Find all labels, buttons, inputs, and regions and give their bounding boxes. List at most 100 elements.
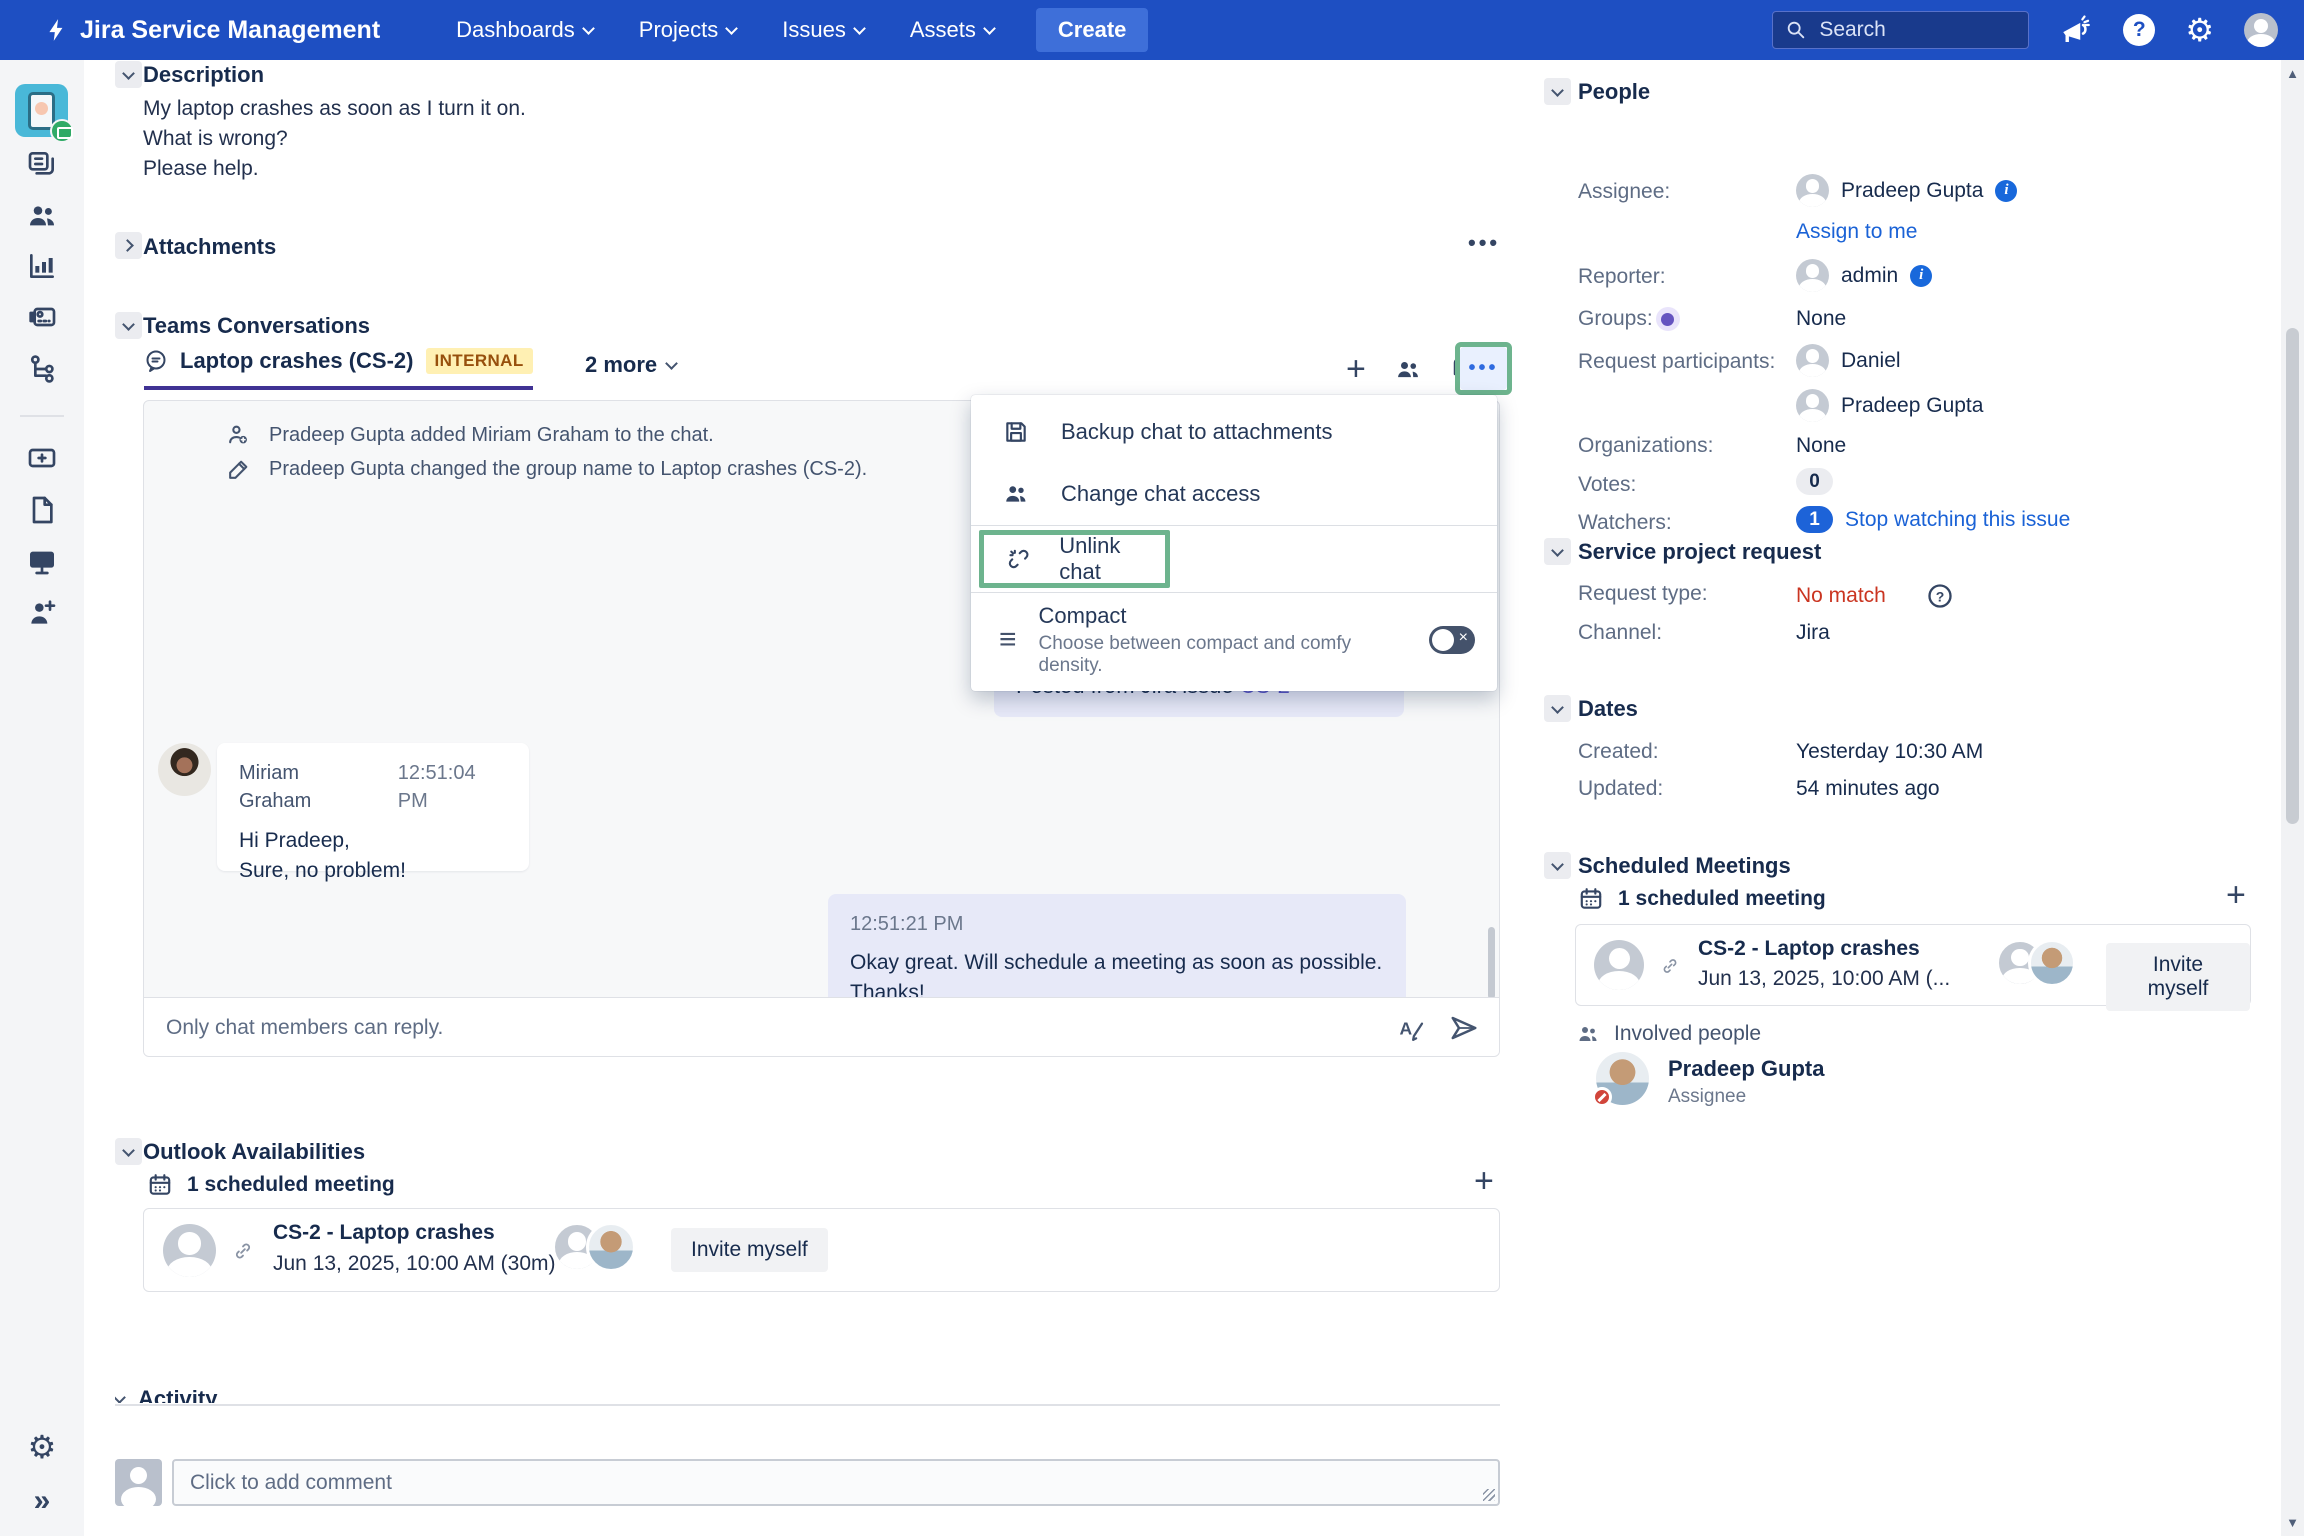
assign-to-me-link[interactable]: Assign to me bbox=[1796, 220, 1917, 244]
density-icon: ≡ bbox=[999, 625, 1017, 655]
info-icon[interactable]: i bbox=[1995, 180, 2017, 202]
watchers-count-pill: 1 bbox=[1796, 506, 1833, 533]
request-type-value: No match ? bbox=[1796, 582, 1954, 610]
people-icon bbox=[1003, 481, 1029, 507]
add-meeting-icon[interactable]: + bbox=[1474, 1164, 1494, 1198]
compact-toggle[interactable]: × bbox=[1429, 626, 1475, 654]
stop-watching-link[interactable]: Stop watching this issue bbox=[1845, 508, 2070, 532]
svg-text:A: A bbox=[1400, 1018, 1413, 1038]
description-collapse-button[interactable] bbox=[115, 61, 142, 88]
comment-user-avatar bbox=[115, 1459, 162, 1506]
reporter-value[interactable]: admin i bbox=[1796, 259, 1932, 292]
involved-people-header: Involved people bbox=[1576, 1022, 1761, 1046]
card-add-icon[interactable] bbox=[26, 442, 58, 474]
views-tree-icon[interactable] bbox=[26, 353, 58, 385]
chat-scrollbar[interactable] bbox=[1488, 927, 1495, 997]
meeting-datetime: Jun 13, 2025, 10:00 AM (30m) bbox=[273, 1252, 556, 1276]
customers-icon[interactable] bbox=[26, 200, 58, 232]
menu-item-backup-chat[interactable]: Backup chat to attachments bbox=[971, 401, 1497, 463]
outlook-meeting-card[interactable]: CS-2 - Laptop crashes Jun 13, 2025, 10:0… bbox=[143, 1208, 1500, 1292]
search-box[interactable] bbox=[1772, 11, 2029, 49]
meetings-collapse-button[interactable] bbox=[1544, 852, 1571, 879]
dates-collapse-button[interactable] bbox=[1544, 695, 1571, 722]
comment-input[interactable] bbox=[188, 1470, 1484, 1496]
invite-teammate-icon[interactable] bbox=[26, 597, 58, 629]
add-meeting-icon[interactable]: + bbox=[2226, 878, 2246, 912]
nav-dashboards[interactable]: Dashboards bbox=[456, 17, 593, 43]
meeting-avatar bbox=[163, 1224, 216, 1277]
expand-sidebar-icon[interactable]: » bbox=[0, 1484, 84, 1518]
invite-myself-button[interactable]: Invite myself bbox=[2106, 943, 2250, 1011]
settings-gear-icon[interactable]: ⚙ bbox=[2185, 14, 2214, 46]
project-avatar[interactable] bbox=[15, 84, 68, 137]
nav-issues[interactable]: Issues bbox=[782, 17, 864, 43]
participant-row[interactable]: Pradeep Gupta bbox=[1796, 389, 1983, 422]
nav-projects[interactable]: Projects bbox=[639, 17, 736, 43]
message-time: 12:51:21 PM bbox=[850, 910, 1384, 938]
issue-main: Description My laptop crashes as soon as… bbox=[84, 60, 1540, 1536]
attachments-expand-button[interactable] bbox=[115, 232, 142, 259]
user-avatar[interactable] bbox=[2244, 13, 2278, 47]
service-collapse-button[interactable] bbox=[1544, 538, 1571, 565]
sidebar-divider bbox=[20, 415, 64, 417]
create-button[interactable]: Create bbox=[1036, 8, 1148, 52]
groups-badge-icon[interactable] bbox=[1656, 307, 1680, 331]
portal-monitor-icon[interactable] bbox=[26, 545, 58, 577]
help-icon[interactable]: ? bbox=[2123, 14, 2155, 46]
svg-text:?: ? bbox=[1936, 588, 1945, 604]
info-icon[interactable]: i bbox=[1910, 265, 1932, 287]
outlook-collapse-button[interactable] bbox=[115, 1138, 142, 1165]
search-input[interactable] bbox=[1817, 17, 1997, 43]
more-chats-dropdown[interactable]: 2 more bbox=[585, 352, 676, 378]
new-chat-icon[interactable]: + bbox=[1346, 352, 1366, 386]
message-time: 12:51:04 PM bbox=[398, 759, 507, 816]
channels-icon[interactable] bbox=[26, 301, 58, 333]
invite-myself-button[interactable]: Invite myself bbox=[671, 1228, 828, 1272]
assignee-value[interactable]: Pradeep Gupta i bbox=[1796, 174, 2017, 207]
project-settings-gear-icon[interactable]: ⚙ bbox=[0, 1428, 84, 1466]
groups-value: None bbox=[1796, 307, 1846, 331]
compact-label: Compact bbox=[1039, 603, 1407, 629]
link-icon bbox=[232, 1240, 254, 1262]
involved-avatar-wrap bbox=[1596, 1052, 1649, 1105]
chat-system-message: Pradeep Gupta changed the group name to … bbox=[226, 457, 867, 482]
document-icon[interactable] bbox=[26, 494, 58, 526]
send-icon[interactable] bbox=[1449, 1013, 1479, 1043]
bolt-icon bbox=[44, 15, 70, 45]
menu-item-change-access[interactable]: Change chat access bbox=[971, 463, 1497, 525]
menu-divider bbox=[971, 525, 1497, 526]
scroll-down-icon[interactable]: ▼ bbox=[2281, 1515, 2304, 1530]
participant-avatar bbox=[1796, 389, 1829, 422]
pencil-icon bbox=[226, 457, 251, 482]
description-line: Please help. bbox=[143, 157, 259, 181]
attachments-more-icon[interactable]: ••• bbox=[1468, 230, 1500, 256]
menu-item-unlink-chat[interactable]: Unlink chat bbox=[984, 535, 1165, 583]
comment-field[interactable] bbox=[172, 1459, 1500, 1506]
scroll-up-icon[interactable]: ▲ bbox=[2281, 66, 2304, 81]
chat-tab-active[interactable]: Laptop crashes (CS-2) INTERNAL bbox=[144, 348, 533, 390]
watchers-label: Watchers: bbox=[1578, 511, 1672, 535]
announcements-icon[interactable] bbox=[2059, 13, 2093, 47]
nav-assets[interactable]: Assets bbox=[910, 17, 994, 43]
chat-more-menu-button[interactable]: ••• bbox=[1460, 347, 1507, 390]
menu-item-compact[interactable]: ≡ Compact Choose between compact and com… bbox=[971, 593, 1497, 691]
attendee-avatar-photo bbox=[586, 1222, 636, 1272]
broken-link-icon bbox=[1006, 546, 1031, 572]
app-logo[interactable]: Jira Service Management bbox=[44, 15, 380, 45]
chat-reply-input[interactable] bbox=[164, 1015, 1397, 1041]
participant-row[interactable]: Daniel bbox=[1796, 344, 1901, 377]
scheduled-meeting-card[interactable]: CS-2 - Laptop crashes Jun 13, 2025, 10:0… bbox=[1575, 924, 2251, 1006]
queues-icon[interactable] bbox=[26, 148, 58, 180]
people-collapse-button[interactable] bbox=[1544, 78, 1571, 105]
question-circle-icon[interactable]: ? bbox=[1926, 582, 1954, 610]
teams-collapse-button[interactable] bbox=[115, 312, 142, 339]
chat-reply-bar: A bbox=[144, 997, 1499, 1057]
page-scrollbar[interactable]: ▲ ▼ bbox=[2281, 60, 2304, 1536]
scrollbar-thumb[interactable] bbox=[2286, 328, 2299, 824]
involved-name: Pradeep Gupta bbox=[1668, 1056, 1824, 1082]
resize-handle[interactable] bbox=[1483, 1489, 1495, 1501]
format-text-icon[interactable]: A bbox=[1397, 1013, 1427, 1043]
add-people-icon[interactable] bbox=[1394, 355, 1422, 383]
reports-icon[interactable] bbox=[26, 250, 58, 282]
updated-label: Updated: bbox=[1578, 777, 1663, 801]
